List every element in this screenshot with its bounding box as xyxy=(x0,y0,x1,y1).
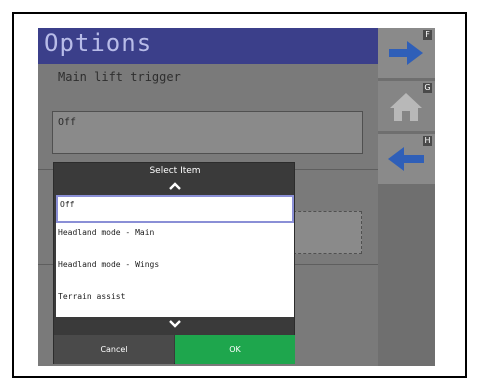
forward-button[interactable]: F xyxy=(378,28,435,78)
list-item[interactable]: Terrain assist xyxy=(56,289,294,317)
list-item-label: Off xyxy=(60,200,75,209)
side-panel: F G H xyxy=(378,28,435,366)
terminal-screen: Options Main lift trigger Off F G H Sele… xyxy=(38,28,435,366)
home-button[interactable]: G xyxy=(378,81,435,131)
cancel-button[interactable]: Cancel xyxy=(54,335,174,364)
secondary-field[interactable] xyxy=(288,211,362,254)
item-list: Off Headland mode - Main Headland mode -… xyxy=(56,195,294,317)
scroll-down-button[interactable] xyxy=(54,318,296,332)
back-button[interactable]: H xyxy=(378,134,435,184)
dialog-title: Select Item xyxy=(149,166,201,176)
title-bar: Options xyxy=(38,28,378,64)
key-letter-h: H xyxy=(423,136,432,146)
field-value: Off xyxy=(58,117,77,128)
scroll-up-button[interactable] xyxy=(54,180,296,194)
chevron-up-icon xyxy=(169,182,181,190)
list-item-label: Headland mode - Wings xyxy=(58,260,160,269)
list-item[interactable]: Off xyxy=(56,195,294,223)
key-letter-g: G xyxy=(423,83,432,93)
key-letter-f: F xyxy=(423,30,432,40)
main-lift-trigger-field[interactable]: Off xyxy=(52,111,363,154)
list-item-label: Headland mode - Main xyxy=(58,228,155,237)
field-label: Main lift trigger xyxy=(58,70,181,84)
select-item-dialog: Select Item Off Headland mode - Main Hea… xyxy=(53,162,295,364)
chevron-down-icon xyxy=(169,320,181,328)
ok-button[interactable]: OK xyxy=(175,335,295,364)
list-item-label: Terrain assist xyxy=(58,292,126,301)
list-item[interactable]: Headland mode - Wings xyxy=(56,257,294,285)
page-title: Options xyxy=(44,29,153,57)
list-item[interactable]: Headland mode - Main xyxy=(56,225,294,253)
